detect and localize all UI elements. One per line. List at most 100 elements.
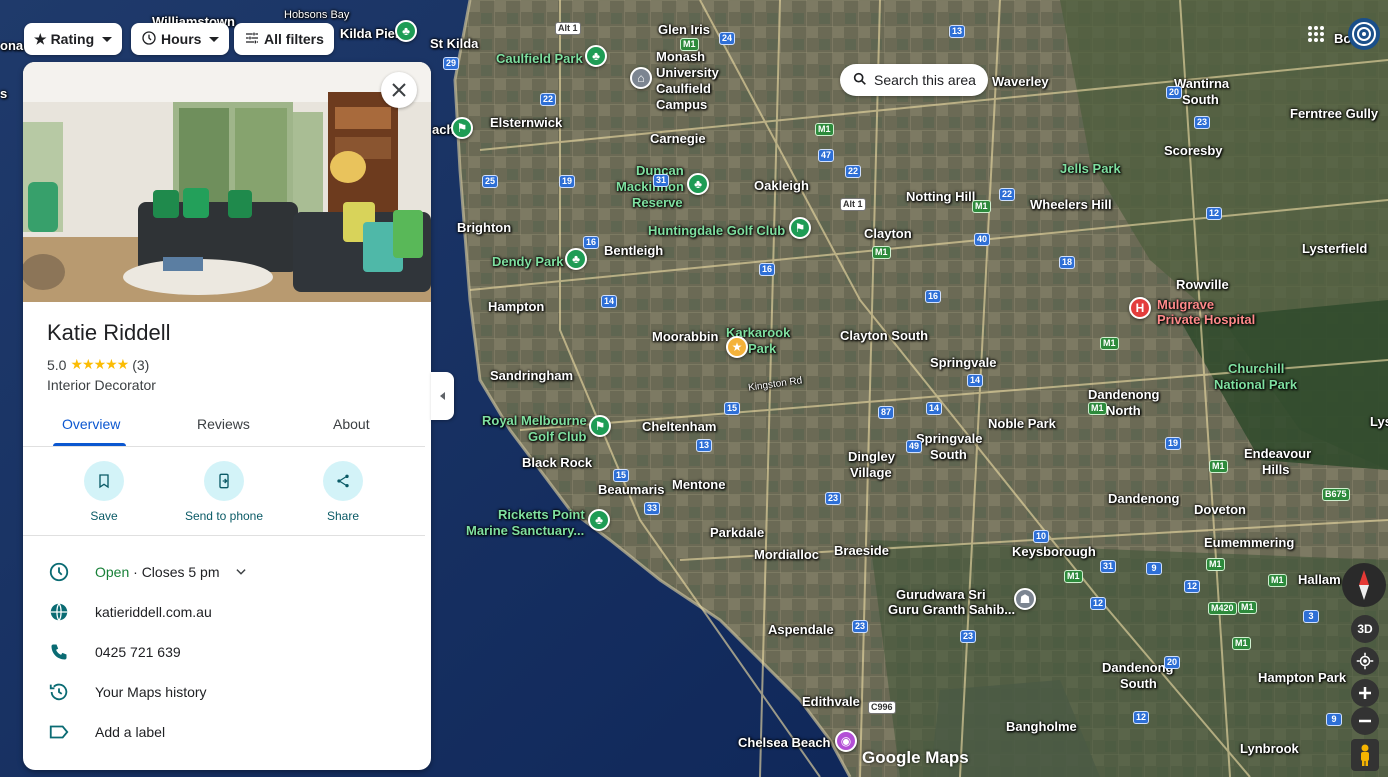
phone-row[interactable]: 0425 721 639: [23, 632, 425, 672]
save-button[interactable]: Save: [54, 461, 154, 523]
road-shield: 19: [1165, 437, 1182, 450]
golf-pin-icon[interactable]: ⚑: [589, 415, 611, 437]
send-to-phone-label: Send to phone: [184, 509, 264, 523]
map-label: Lynbrook: [1240, 741, 1299, 756]
my-location-button[interactable]: [1351, 647, 1379, 675]
road-shield: 25: [482, 175, 499, 188]
beach-pin-icon[interactable]: ◉: [835, 730, 857, 752]
park-pin-icon[interactable]: ♣: [565, 248, 587, 270]
account-avatar[interactable]: [1348, 18, 1380, 50]
zoom-out-button[interactable]: [1351, 707, 1379, 735]
map-label: University: [656, 65, 719, 80]
zoom-in-button[interactable]: [1351, 679, 1379, 707]
road-shield: 14: [926, 402, 943, 415]
map-label: Parkdale: [710, 525, 765, 540]
share-button[interactable]: Share: [293, 461, 393, 523]
avatar-icon: [1352, 22, 1376, 46]
send-to-phone-button[interactable]: Send to phone: [174, 461, 274, 523]
map-label: Huntingdale Golf Club: [648, 223, 786, 238]
road-shield: 10: [1033, 530, 1050, 543]
saved-place-star-icon[interactable]: ★: [726, 336, 748, 358]
3d-toggle-button[interactable]: 3D: [1351, 615, 1379, 643]
compass-button[interactable]: [1342, 563, 1386, 607]
road-shield: M1: [972, 200, 991, 213]
road-shield: 22: [845, 165, 862, 178]
road-shield: M420: [1208, 602, 1237, 615]
golf-pin-icon[interactable]: ⚑: [789, 217, 811, 239]
place-photo[interactable]: [23, 62, 431, 302]
review-count: (3): [132, 356, 150, 373]
map-label: Monash: [656, 49, 706, 64]
map-label: Edithvale: [802, 694, 860, 709]
road-shield: 12: [1090, 597, 1107, 610]
road-shield: 40: [974, 233, 991, 246]
map-label: Braeside: [834, 543, 889, 558]
road-shield: M1: [680, 38, 699, 51]
search-this-area-label: Search this area: [874, 72, 976, 88]
road-shield: 23: [825, 492, 842, 505]
map-label: Glen Iris: [658, 22, 711, 37]
map-label: Scoresby: [1164, 143, 1223, 158]
all-filters-chip[interactable]: All filters: [234, 23, 334, 55]
phone-number[interactable]: 0425 721 639: [95, 644, 181, 660]
road-shield: M1: [872, 246, 891, 259]
map-label: Wheelers Hill: [1030, 197, 1112, 212]
park-pin-icon[interactable]: ♣: [588, 509, 610, 531]
road-shield: C996: [868, 701, 896, 714]
map-label: Clayton South: [840, 328, 929, 343]
map-label: Hills: [1262, 462, 1290, 477]
map-label: Kilda Pier: [340, 26, 400, 41]
temple-pin-icon[interactable]: ☗: [1014, 588, 1036, 610]
chevron-down-icon[interactable]: [234, 565, 248, 579]
map-label: Jells Park: [1060, 161, 1121, 176]
hours-filter-chip[interactable]: Hours: [131, 23, 230, 55]
collapse-panel-button[interactable]: [431, 372, 454, 420]
rating-summary[interactable]: 5.0 ★★★★★ (3): [47, 356, 149, 373]
street-view-pegman[interactable]: [1351, 739, 1379, 771]
map-label: South: [1120, 676, 1157, 691]
all-filters-label: All filters: [264, 31, 324, 47]
map-label: Springvale: [916, 431, 983, 446]
map-label: Ricketts Point: [498, 507, 585, 522]
road-shield: 9: [1326, 713, 1342, 726]
hours-row[interactable]: Open · Closes 5 pm: [23, 552, 425, 592]
tab-about[interactable]: About: [333, 416, 370, 432]
map-label: Cheltenham: [642, 419, 717, 434]
search-this-area-button[interactable]: Search this area: [840, 64, 988, 96]
hospital-pin-icon[interactable]: H: [1129, 297, 1151, 319]
rating-filter-chip[interactable]: ★ Rating: [24, 23, 123, 55]
google-maps-logo: Google Maps: [862, 748, 969, 767]
add-label-row[interactable]: Add a label: [23, 712, 425, 752]
maps-history-row[interactable]: Your Maps history: [23, 672, 425, 712]
map-label: ona: [0, 38, 24, 53]
road-shield: 16: [583, 236, 600, 249]
map-label: Mordialloc: [754, 547, 820, 562]
map-label: Beaumaris: [598, 482, 665, 497]
place-title: Katie Riddell: [47, 320, 171, 345]
park-pin-icon[interactable]: ♣: [395, 20, 417, 42]
road-shield: Alt 1: [840, 198, 866, 211]
tab-overview[interactable]: Overview: [62, 416, 120, 432]
website-link[interactable]: katieriddell.com.au: [95, 604, 212, 620]
road-shield: 15: [613, 469, 630, 482]
website-row[interactable]: katieriddell.com.au: [23, 592, 425, 632]
map-label: Springvale: [930, 355, 997, 370]
park-pin-icon[interactable]: ♣: [585, 45, 607, 67]
map-label: Mackinnon: [616, 179, 684, 194]
apps-grid-icon[interactable]: [1308, 26, 1324, 42]
share-label: Share: [326, 509, 360, 523]
university-pin-icon[interactable]: ⌂: [630, 67, 652, 89]
map-label: Dandenong: [1088, 387, 1160, 402]
close-button[interactable]: [381, 72, 417, 108]
park-pin-icon[interactable]: ♣: [687, 173, 709, 195]
road-shield: 19: [559, 175, 576, 188]
golf-pin-icon[interactable]: ⚑: [451, 117, 473, 139]
minus-icon: [1359, 719, 1371, 723]
map-label: Hampton: [488, 299, 545, 314]
clock-icon: [141, 30, 157, 49]
place-category[interactable]: Interior Decorator: [47, 377, 156, 393]
map-label: Guru Granth Sahib...: [888, 602, 1016, 617]
road-shield: 31: [1100, 560, 1117, 573]
road-shield: 13: [949, 25, 966, 38]
tab-reviews[interactable]: Reviews: [197, 416, 250, 432]
